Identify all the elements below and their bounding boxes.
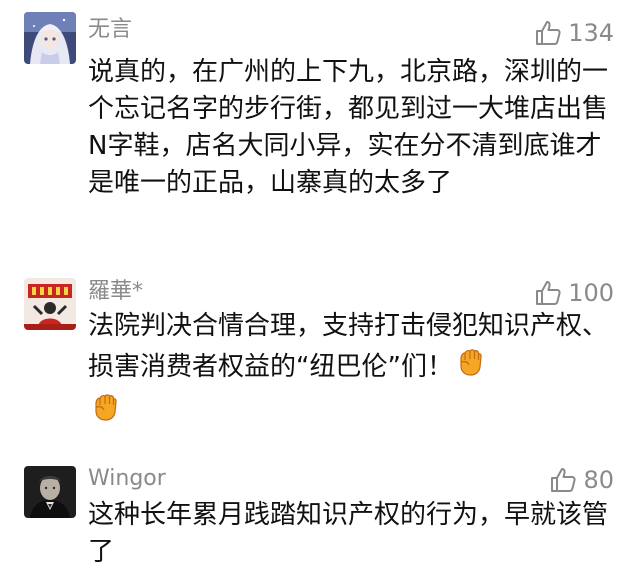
username[interactable]: 无言 bbox=[88, 16, 132, 44]
like-button[interactable]: 80 bbox=[549, 465, 614, 495]
like-count: 80 bbox=[583, 466, 614, 494]
like-button[interactable]: 100 bbox=[534, 278, 614, 308]
thumbs-up-icon bbox=[534, 19, 562, 47]
comment-text: 说真的，在广州的上下九，北京路，深圳的一个忘记名字的步行街，都见到过一大堆店出售… bbox=[88, 57, 609, 198]
like-count: 100 bbox=[568, 279, 614, 307]
like-button[interactable]: 134 bbox=[534, 18, 614, 48]
comment-text: 法院判决合情合理，支持打击侵犯知识产权、损害消费者权益的“纽巴伦”们！ bbox=[88, 308, 616, 435]
raised-fist-emoji bbox=[88, 390, 122, 435]
godfather-avatar bbox=[24, 466, 76, 518]
anime-girl-avatar bbox=[24, 12, 76, 64]
avatar[interactable] bbox=[24, 466, 76, 518]
raised-fist-emoji bbox=[453, 345, 487, 390]
red-banner-avatar bbox=[24, 278, 76, 330]
thumbs-up-icon bbox=[534, 279, 562, 307]
like-count: 134 bbox=[568, 19, 614, 47]
avatar[interactable] bbox=[24, 12, 76, 64]
avatar[interactable] bbox=[24, 278, 76, 330]
thumbs-up-icon bbox=[549, 466, 577, 494]
username[interactable]: 羅華* bbox=[88, 278, 143, 306]
comment-text: 这种长年累月践踏知识产权的行为，早就该管了 bbox=[88, 500, 609, 567]
comment-text-body: 法院判决合情合理，支持打击侵犯知识产权、损害消费者权益的“纽巴伦”们！ bbox=[88, 311, 609, 382]
username[interactable]: Wingor bbox=[88, 465, 166, 493]
